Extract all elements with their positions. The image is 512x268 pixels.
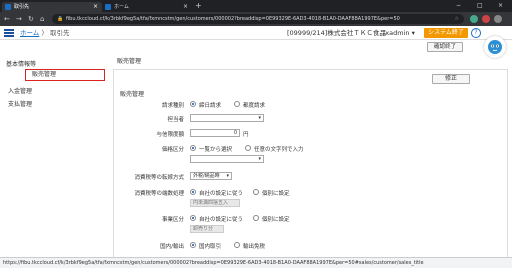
page-title: 販売管理 — [117, 58, 142, 65]
item-category-select: 卸売り分 — [190, 225, 224, 233]
tax-rounding-label: 消費税等の端数処理 — [134, 191, 184, 197]
close-tab-icon[interactable]: × — [183, 2, 188, 12]
sidebar-item-sales-management[interactable]: 販売管理 — [25, 69, 105, 81]
billing-type-option-label: 都度請求 — [243, 103, 266, 109]
item-category-option-label: 個別に設定 — [262, 217, 290, 223]
sales-management-panel: 修正 販売管理 請求種別 締日請求 都度請求 担当者 ▾ 与信限度額 0 円 価… — [113, 69, 508, 257]
item-category-value: 卸売り分 — [193, 226, 214, 232]
credit-limit-unit: 円 — [243, 132, 249, 138]
item-category-radio-individual[interactable] — [253, 215, 259, 221]
help-icon[interactable]: ? — [471, 28, 481, 38]
tab-home[interactable]: ホーム × — [102, 2, 192, 12]
credit-limit-input[interactable]: 0 — [190, 129, 240, 137]
address-bar[interactable]: 🔒 fibu.tkccloud.cf/k/3rbkf9eg5a/tfa/fxmn… — [52, 14, 464, 24]
minimize-button[interactable]: − — [456, 0, 461, 12]
tab-label: ホーム — [114, 4, 129, 10]
breadcrumb-current: 取引先 — [49, 29, 70, 37]
price-category-option-label: 任意の文字列で入力 — [254, 147, 304, 153]
profile-icon[interactable] — [494, 15, 502, 23]
tax-method-label: 消費税等の転嫁方式 — [134, 175, 184, 181]
new-tab-button[interactable]: + — [195, 1, 202, 10]
price-category-option-label: 一覧から選択 — [199, 147, 233, 153]
tax-rounding-value: 円未満四捨五入 — [193, 200, 229, 206]
home-icon[interactable]: ⌂ — [40, 13, 44, 25]
address-url: fibu.tkccloud.cf/k/3rbkf9eg5a/tfa/fxmncs… — [66, 16, 400, 22]
price-category-label: 価格区分 — [161, 147, 184, 153]
main-content: 販売管理 修正 販売管理 請求種別 締日請求 都度請求 担当者 ▾ 与信限度額 … — [113, 55, 508, 257]
price-category-radio-list[interactable] — [190, 145, 196, 151]
maximize-button[interactable]: □ — [477, 0, 483, 12]
breadcrumb: ホーム 〉 取引先 — [20, 26, 69, 40]
tax-rounding-radio-company[interactable] — [190, 189, 196, 195]
tax-method-select[interactable]: 外税/納品時 ▾ — [190, 172, 232, 180]
chevron-down-icon: ▾ — [258, 156, 261, 162]
browser-toolbar: ← → ↻ ⌂ 🔒 fibu.tkccloud.cf/k/3rbkf9eg5a/… — [0, 12, 512, 26]
menu-hamburger-icon[interactable] — [4, 29, 14, 37]
browser-status-bar: https://fibu.tkccloud.cf/k/3rbkf9eg5a/tf… — [0, 257, 512, 268]
billing-type-radio-each[interactable] — [234, 101, 240, 107]
reload-icon[interactable]: ↻ — [28, 13, 34, 25]
billing-type-option-label: 締日請求 — [199, 103, 222, 109]
price-category-select[interactable]: ▾ — [190, 155, 264, 163]
close-window-button[interactable]: × — [498, 0, 503, 12]
sidebar-item-payment-management[interactable]: 支払管理 — [8, 99, 32, 108]
confirm-end-button[interactable]: 確認終了 — [427, 42, 463, 52]
tax-method-value: 外税/納品時 — [193, 173, 220, 179]
site-favicon-icon — [105, 4, 111, 10]
sidebar-item-payment-receipt[interactable]: 入金管理 — [8, 86, 32, 95]
item-category-radio-company[interactable] — [190, 215, 196, 221]
company-name: [09999/214]株式会社ＴＫＣ食品 — [287, 29, 386, 37]
tab-label: 取引先 — [14, 4, 30, 10]
browser-tab-bar: 取引先 × ホーム × + − □ × — [0, 0, 512, 12]
domestic-export-option-label: 輸出免税 — [243, 244, 266, 250]
chevron-down-icon: ▾ — [258, 115, 261, 121]
export-radio[interactable] — [234, 242, 240, 248]
extension-icon[interactable] — [482, 15, 490, 23]
edit-button[interactable]: 修正 — [432, 74, 470, 84]
app-header: ホーム 〉 取引先 [09999/214]株式会社ＴＫＣ食品 fxadmin ▾… — [0, 26, 512, 40]
system-end-button[interactable]: システム終了 — [424, 28, 468, 38]
chevron-down-icon: ▾ — [226, 173, 229, 179]
extension-icon[interactable] — [470, 15, 478, 23]
person-label: 担当者 — [167, 117, 184, 123]
price-category-radio-free[interactable] — [245, 145, 251, 151]
close-tab-icon[interactable]: × — [93, 2, 98, 12]
domestic-radio[interactable] — [190, 242, 196, 248]
sidebar: 基本情報等 販売管理 入金管理 支払管理 — [0, 55, 112, 257]
user-name: fxadmin — [383, 29, 410, 37]
tax-rounding-radio-individual[interactable] — [253, 189, 259, 195]
billing-type-label: 請求種別 — [161, 103, 184, 109]
person-select[interactable]: ▾ — [190, 114, 264, 122]
credit-limit-label: 与信限度額 — [156, 132, 184, 138]
bookmark-star-icon[interactable]: ☆ — [455, 14, 459, 24]
forward-icon[interactable]: → — [16, 13, 22, 25]
billing-type-radio-closing[interactable] — [190, 101, 196, 107]
back-icon[interactable]: ← — [4, 13, 10, 25]
chevron-down-icon: ▾ — [411, 29, 415, 37]
section-title: 販売管理 — [120, 91, 145, 98]
domestic-export-label: 国内/輸出 — [160, 244, 184, 250]
item-category-label: 事業区分 — [161, 217, 184, 223]
tab-customers[interactable]: 取引先 × — [2, 2, 102, 12]
domestic-export-option-label: 国内取引 — [199, 244, 222, 250]
tax-rounding-option-label: 自社の設定に従う — [199, 191, 244, 197]
tax-rounding-select: 円未満四捨五入 — [190, 199, 240, 207]
user-menu[interactable]: fxadmin ▾ — [383, 26, 415, 40]
lock-icon: 🔒 — [57, 16, 64, 22]
sidebar-item-basic-info[interactable]: 基本情報等 — [6, 59, 36, 68]
item-category-option-label: 自社の設定に従う — [199, 217, 244, 223]
breadcrumb-separator: 〉 — [41, 29, 48, 37]
site-favicon-icon — [5, 4, 11, 10]
breadcrumb-home-link[interactable]: ホーム — [20, 29, 39, 37]
tax-rounding-option-label: 個別に設定 — [262, 191, 290, 197]
